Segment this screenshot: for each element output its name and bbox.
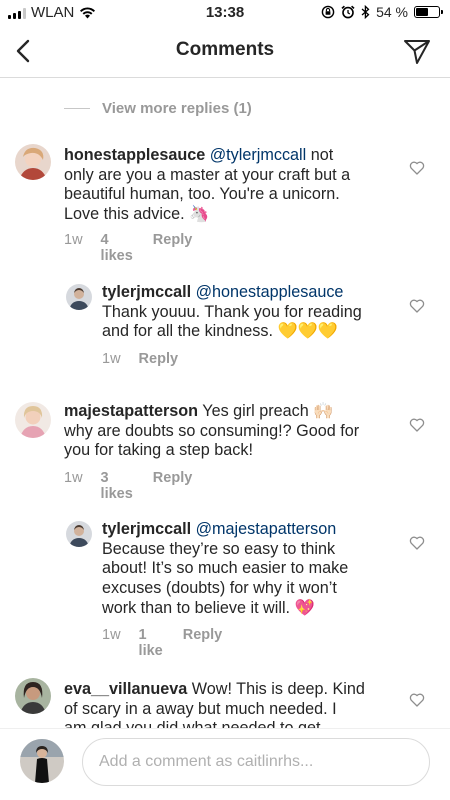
comment-meta: 1w 3 likes Reply [64, 470, 192, 502]
reply-button[interactable]: Reply [183, 627, 223, 659]
comment-likes[interactable]: 3 likes [101, 470, 133, 502]
comment-line: excuses (doubts) for why it won’t [102, 579, 337, 598]
comment-line: and for all the kindness. 💛💛💛 [102, 322, 338, 341]
comment-likes[interactable]: 1 like [139, 627, 163, 659]
comment-line: Thank youuu. Thank you for reading [102, 302, 362, 321]
comment-line: Because they’re so easy to think [102, 539, 336, 558]
comment-time: 1w [102, 627, 121, 643]
status-bar: WLAN 13:38 54 % [0, 0, 450, 24]
view-more-replies-label: View more replies (1) [102, 100, 252, 117]
avatar[interactable] [15, 678, 51, 714]
comment-line: only are you a master at your craft but … [64, 165, 351, 184]
comment-meta: 1w Reply [102, 351, 178, 367]
heart-icon[interactable] [409, 417, 425, 433]
heart-icon[interactable] [409, 535, 425, 551]
status-right: 54 % [321, 4, 443, 20]
battery-icon [414, 6, 443, 18]
comment-input[interactable] [82, 738, 430, 786]
view-more-replies[interactable]: View more replies (1) [64, 100, 252, 117]
comment-meta: 1w 4 likes Reply [64, 232, 192, 264]
comment-username[interactable]: eva__villanueva [64, 680, 187, 698]
comment-line: why are doubts so consuming!? Good for [64, 421, 360, 440]
comment-time: 1w [64, 470, 83, 486]
comment-time: 1w [102, 351, 121, 367]
share-button[interactable] [402, 36, 432, 66]
comment-mention[interactable]: @tylerjmccall [210, 146, 306, 164]
header: Comments [0, 24, 450, 78]
comment-mention[interactable]: @honestapplesauce [196, 283, 344, 301]
avatar[interactable] [66, 521, 92, 547]
comment-text: majestapatterson Yes girl preach 🙌🏻 why … [64, 402, 404, 461]
heart-icon[interactable] [409, 692, 425, 708]
comment-line: you for taking a step back! [64, 441, 253, 460]
alarm-icon [341, 5, 355, 19]
comment-line: about! It’s so much easier to make [102, 559, 349, 578]
comment-line: Wow! This is deep. Kind [191, 680, 365, 698]
comment-meta: 1w 1 like Reply [102, 627, 222, 659]
heart-icon[interactable] [409, 160, 425, 176]
heart-icon[interactable] [409, 298, 425, 314]
avatar[interactable] [66, 284, 92, 310]
reply-button[interactable]: Reply [153, 470, 193, 502]
comment-line: not [310, 146, 334, 164]
bluetooth-icon [361, 5, 370, 19]
my-avatar [20, 739, 64, 783]
comment-username[interactable]: majestapatterson [64, 402, 198, 420]
comment-line: beautiful human, too. You're a unicorn. [64, 185, 340, 204]
avatar[interactable] [15, 402, 51, 438]
divider-line [64, 108, 90, 109]
comment-input-bar [0, 728, 450, 800]
comment-username[interactable]: tylerjmccall [102, 283, 191, 301]
page-title: Comments [175, 39, 275, 60]
comment-time: 1w [64, 232, 83, 248]
comment-line: work than to believe it will. 💖 [102, 598, 315, 617]
comment-text: honestapplesauce @tylerjmccall not only … [64, 146, 404, 225]
avatar[interactable] [15, 144, 51, 180]
comment-line: Love this advice. 🦄 [64, 205, 210, 224]
comment-text: tylerjmccall @majestapatterson Because t… [102, 520, 402, 619]
comment-likes[interactable]: 4 likes [101, 232, 133, 264]
reply-button[interactable]: Reply [139, 351, 179, 367]
battery-level [416, 8, 428, 16]
comment-text: tylerjmccall @honestapplesauce Thank you… [102, 283, 402, 342]
comment-mention[interactable]: @majestapatterson [196, 520, 337, 538]
comment-line: Yes girl preach 🙌🏻 [202, 402, 334, 420]
comment-line: of scary in a away but much needed. I [64, 699, 337, 718]
reply-button[interactable]: Reply [153, 232, 193, 264]
battery-percent: 54 % [376, 4, 408, 20]
paper-plane-icon [404, 40, 430, 64]
comment-username[interactable]: tylerjmccall [102, 520, 191, 538]
orientation-lock-icon [321, 5, 335, 19]
comment-username[interactable]: honestapplesauce [64, 146, 205, 164]
